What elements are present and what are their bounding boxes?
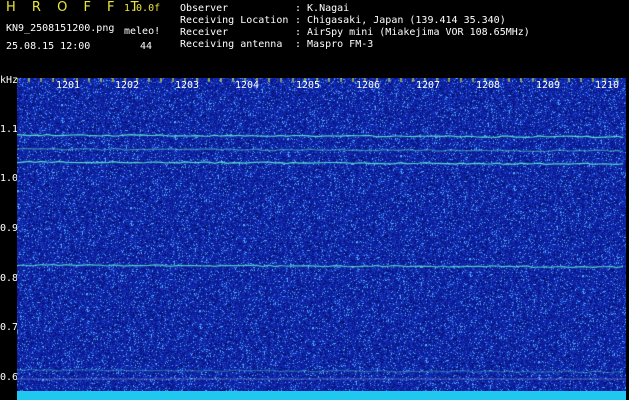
- spectrogram-plot: [17, 78, 626, 400]
- info-receiver-value: : AirSpy mini (Miakejima VOR 108.65MHz): [295, 27, 530, 38]
- x-tick-1209: 1209: [536, 80, 561, 91]
- mode-label: meleo!: [124, 26, 161, 37]
- info-antenna-key: Receiving antenna: [180, 39, 283, 50]
- info-observer-value: : K.Nagai: [295, 3, 350, 14]
- info-antenna-value: : Maspro FM-3: [295, 39, 374, 50]
- x-tick-1208: 1208: [476, 80, 501, 91]
- y-tick-1-0: 1.0: [0, 173, 19, 184]
- info-observer-key: Observer: [180, 3, 229, 14]
- header-panel: H R O F F T 1.0.0f KN9_2508151200.png me…: [0, 0, 629, 75]
- x-tick-1205: 1205: [296, 80, 321, 91]
- y-tick-1-1: 1.1: [0, 124, 19, 135]
- x-tick-1207: 1207: [416, 80, 441, 91]
- y-tick-0-7: 0.7: [0, 322, 19, 333]
- version-label: 1.0.0f: [124, 3, 161, 14]
- bottom-intensity-strip: [17, 391, 626, 400]
- info-location-value: : Chigasaki, Japan (139.414 35.340): [295, 15, 506, 26]
- x-tick-1203: 1203: [175, 80, 200, 91]
- info-receiver-key: Receiver: [180, 27, 229, 38]
- datetime-label: 25.08.15 12:00: [6, 41, 91, 52]
- y-tick-0-9: 0.9: [0, 223, 19, 234]
- info-location-key: Receiving Location: [180, 15, 289, 26]
- y-tick-0-8: 0.8: [0, 273, 19, 284]
- y-tick-0-6: 0.6: [0, 372, 19, 383]
- x-tick-1206: 1206: [356, 80, 381, 91]
- x-tick-1204: 1204: [235, 80, 260, 91]
- spectrogram-canvas: [17, 78, 626, 400]
- filename-label: KN9_2508151200.png: [6, 23, 115, 34]
- x-tick-1210: 1210: [595, 80, 620, 91]
- x-tick-1202: 1202: [115, 80, 140, 91]
- x-tick-1201: 1201: [56, 80, 81, 91]
- time-axis: 1201 1202 1203 1204 1205 1206 1207 1208 …: [17, 78, 626, 92]
- y-unit-label: kHz: [0, 75, 19, 86]
- count-label: 44: [140, 41, 153, 52]
